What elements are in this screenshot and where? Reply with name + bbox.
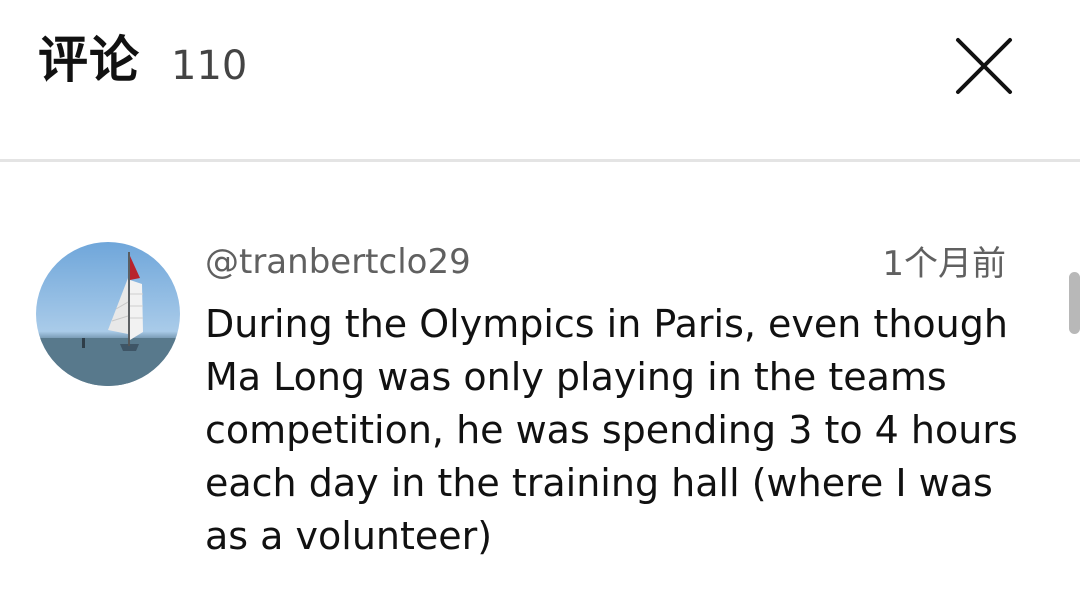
comment-text: During the Olympics in Paris, even thoug… — [205, 302, 1018, 558]
comment-time: 1个月前 — [882, 244, 1006, 284]
scrollbar-thumb[interactable] — [1069, 272, 1080, 334]
close-button[interactable] — [950, 32, 1018, 100]
user-avatar[interactable] — [36, 242, 180, 386]
comment-username[interactable]: @tranbertclo29 — [205, 240, 471, 284]
comments-title: 评论 — [38, 31, 140, 89]
comments-header: 评论 110 — [0, 0, 1080, 160]
comments-count: 110 — [171, 43, 248, 89]
comment-item: @tranbertclo29 1个月前 During the Olympics … — [0, 162, 1080, 592]
comments-panel: 评论 110 @tranbertclo29 1个月前 During the Ol… — [0, 0, 1080, 592]
close-icon — [956, 38, 1012, 94]
sailboat-avatar-icon — [36, 242, 180, 386]
